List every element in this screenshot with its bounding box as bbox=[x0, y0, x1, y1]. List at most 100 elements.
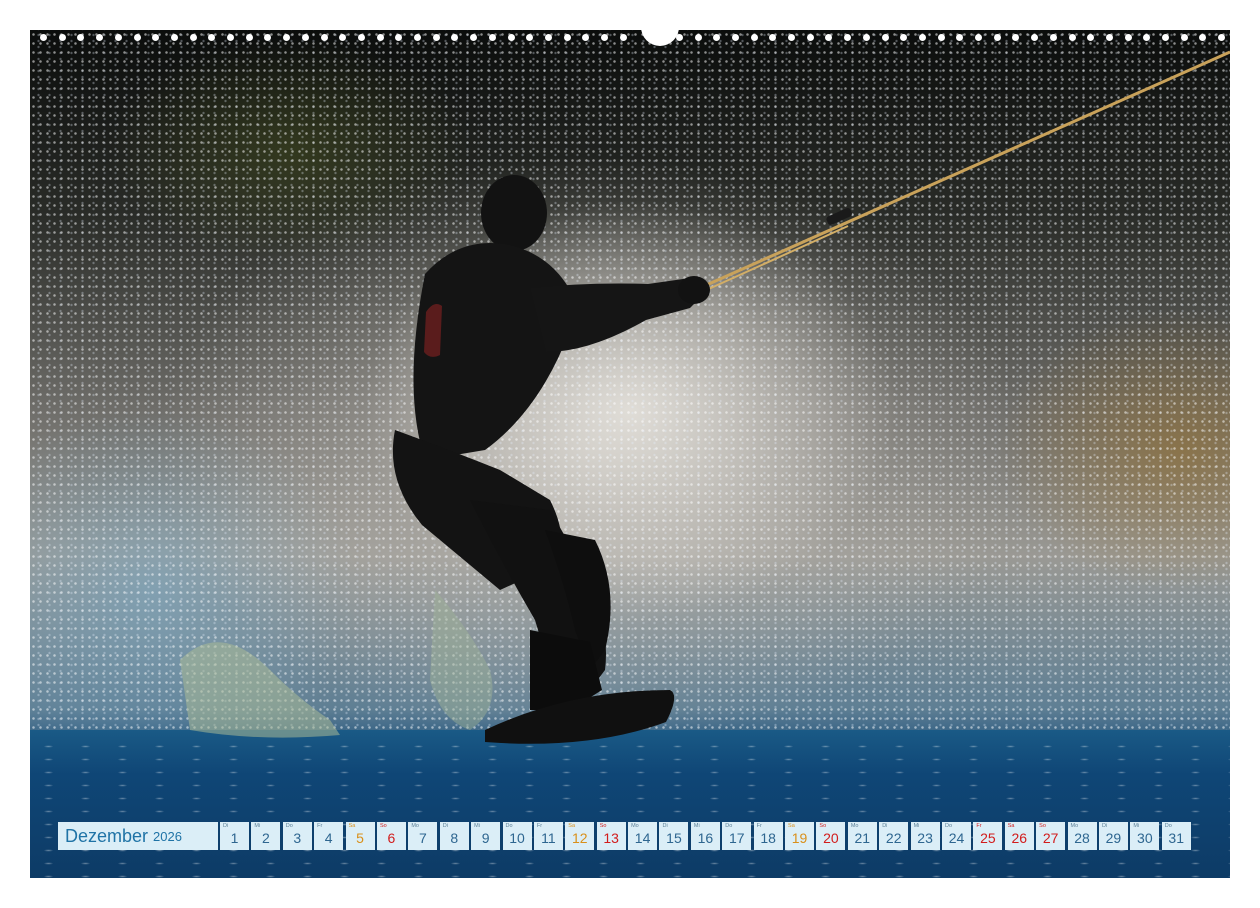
weekday-label: Mo bbox=[850, 823, 859, 829]
day-cell: So 20 bbox=[816, 822, 846, 850]
weekday-label: Do bbox=[505, 823, 513, 829]
binding-hole bbox=[862, 34, 870, 41]
binding-hole bbox=[451, 34, 459, 41]
day-number: 27 bbox=[1042, 830, 1059, 846]
weekday-label: Mi bbox=[474, 823, 480, 829]
day-cell: Di 15 bbox=[659, 822, 689, 850]
day-number: 14 bbox=[634, 830, 651, 846]
weekday-label: Mo bbox=[411, 823, 419, 829]
binding-hole bbox=[544, 34, 552, 41]
binding-hole bbox=[769, 34, 777, 41]
binding-hole bbox=[1218, 34, 1226, 41]
day-number: 3 bbox=[293, 830, 302, 846]
day-cell: Mi 30 bbox=[1130, 822, 1160, 850]
day-cell: Mi 9 bbox=[471, 822, 501, 850]
binding-hole bbox=[114, 34, 122, 41]
binding-hole bbox=[806, 34, 814, 41]
binding-hole bbox=[731, 34, 739, 41]
day-number: 11 bbox=[541, 830, 556, 846]
binding-hole bbox=[713, 34, 721, 41]
day-number: 10 bbox=[509, 830, 525, 846]
binding-hole bbox=[189, 34, 197, 41]
day-cell: Do 24 bbox=[941, 822, 971, 850]
day-cell: Sa 19 bbox=[785, 822, 815, 850]
day-number: 22 bbox=[885, 830, 902, 846]
wakeboarder-silhouette-icon bbox=[180, 50, 1230, 744]
binding-hole bbox=[357, 34, 365, 41]
weekday-label: Mi bbox=[1133, 823, 1140, 829]
calendar-photo bbox=[30, 30, 1230, 878]
day-number: 17 bbox=[728, 830, 745, 846]
day-number: 23 bbox=[917, 830, 933, 846]
month-label: Dezember 2026 bbox=[58, 822, 218, 850]
weekday-label: Di bbox=[882, 823, 888, 829]
binding-hole bbox=[488, 34, 496, 41]
binding-hole bbox=[1124, 34, 1132, 41]
binding-hole bbox=[788, 34, 795, 41]
day-number: 25 bbox=[980, 830, 996, 846]
calendar-strip: Dezember 2026 Di 1 Mi 2 Do 3 Fr 4 Sa 5 So 6 Mo 7 Di 8 Mi… bbox=[58, 822, 1191, 850]
binding-hole bbox=[750, 34, 758, 41]
day-cell: Mo 28 bbox=[1067, 822, 1097, 850]
weekday-label: Do bbox=[285, 823, 293, 829]
day-cell: Mo 7 bbox=[408, 822, 438, 850]
day-number: 30 bbox=[1137, 830, 1153, 846]
day-cell: Di 1 bbox=[220, 822, 249, 850]
binding-hole bbox=[470, 34, 478, 41]
day-cell: Do 17 bbox=[722, 822, 752, 850]
day-number: 9 bbox=[481, 830, 490, 846]
day-number: 13 bbox=[603, 830, 619, 846]
binding-hole bbox=[563, 34, 571, 41]
binding-hole bbox=[956, 34, 964, 41]
binding-hole bbox=[170, 34, 178, 41]
day-cell: Mi 16 bbox=[690, 822, 720, 850]
weekday-label: Mi bbox=[693, 823, 700, 829]
binding-hole bbox=[133, 34, 141, 41]
day-cells: Di 1 Mi 2 Do 3 Fr 4 Sa 5 So 6 Mo 7 Di 8 Mi 9 Do 10 Fr 11 Sa 12 S… bbox=[220, 822, 1191, 850]
weekday-label: So bbox=[819, 823, 827, 829]
day-number: 4 bbox=[324, 830, 333, 846]
year: 2026 bbox=[153, 828, 182, 844]
binding-hole bbox=[1068, 34, 1076, 41]
binding-hole bbox=[1162, 34, 1169, 41]
day-number: 18 bbox=[760, 830, 776, 846]
day-cell: Mi 23 bbox=[910, 822, 940, 850]
binding-hole bbox=[582, 34, 590, 41]
day-cell: Mo 14 bbox=[628, 822, 658, 850]
binding-hole bbox=[526, 34, 534, 41]
day-cell: Sa 12 bbox=[565, 822, 595, 850]
day-number: 5 bbox=[356, 830, 364, 846]
binding-hole bbox=[376, 34, 384, 41]
binding-hole bbox=[507, 34, 515, 41]
day-cell: Do 10 bbox=[502, 822, 532, 850]
binding-hole bbox=[1105, 34, 1113, 41]
binding-hole bbox=[152, 34, 160, 41]
weekday-label: Do bbox=[725, 823, 733, 829]
day-number: 6 bbox=[387, 830, 396, 846]
weekday-label: Mo bbox=[1070, 823, 1079, 829]
day-number: 24 bbox=[948, 830, 965, 846]
weekday-label: Fr bbox=[756, 823, 762, 829]
tow-rope-icon bbox=[701, 50, 1230, 289]
day-number: 31 bbox=[1168, 830, 1184, 846]
binding-hole bbox=[301, 34, 309, 41]
weekday-label: Do bbox=[944, 823, 953, 829]
binding-hole bbox=[227, 34, 234, 41]
weekday-label: Sa bbox=[568, 823, 576, 829]
weekday-label: So bbox=[379, 823, 387, 829]
weekday-label: Fr bbox=[976, 823, 982, 829]
binding-hole bbox=[1012, 34, 1020, 41]
binding-hole bbox=[1199, 34, 1207, 41]
binding-hole bbox=[975, 34, 982, 41]
weekday-label: Di bbox=[1101, 823, 1108, 829]
binding-hole bbox=[245, 34, 253, 41]
weekday-label: Sa bbox=[348, 823, 356, 829]
spiral-binding bbox=[30, 16, 1230, 46]
day-number: 8 bbox=[450, 830, 459, 846]
binding-hole bbox=[339, 34, 347, 41]
hanger-notch bbox=[641, 16, 679, 46]
binding-hole bbox=[601, 34, 608, 41]
binding-hole bbox=[58, 34, 66, 41]
day-number: 28 bbox=[1074, 830, 1090, 846]
day-cell: Sa 5 bbox=[345, 822, 375, 850]
